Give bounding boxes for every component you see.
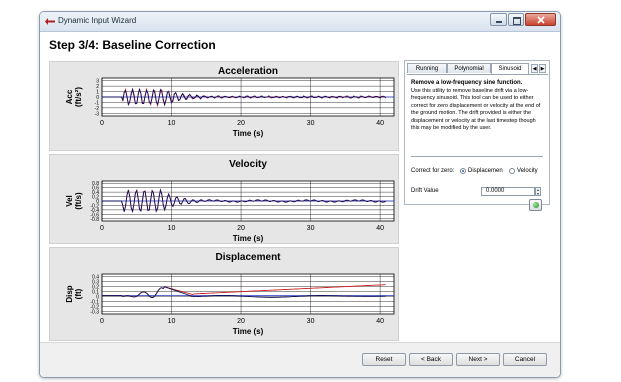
title-bar[interactable]: Dynamic Input Wizard	[40, 12, 560, 32]
back-button[interactable]: < Back	[409, 353, 453, 366]
tab-running[interactable]: Running	[407, 63, 447, 73]
tab-scroll-right-icon[interactable]: ▶	[539, 64, 546, 73]
velocity-chart-title: Velocity	[229, 159, 267, 170]
acceleration-x-tick-label: 0	[100, 120, 104, 127]
apply-correction-button[interactable]	[529, 199, 542, 211]
acceleration-y-tick-label: -3	[95, 111, 100, 117]
displacement-x-tick-label: 20	[237, 318, 245, 325]
drift-value-input[interactable]: 0.0000	[481, 187, 535, 196]
displacement-x-axis-label: Time (s)	[233, 327, 264, 336]
acceleration-x-tick-label: 30	[307, 120, 315, 127]
acceleration-x-axis-label: Time (s)	[233, 129, 264, 138]
close-icon	[537, 16, 545, 24]
acceleration-chart-title: Acceleration	[218, 66, 278, 77]
sinusoid-description: Use this utility to remove baseline drif…	[411, 88, 541, 132]
velocity-x-tick-label: 40	[376, 225, 384, 232]
page-title: Step 3/4: Baseline Correction	[49, 38, 216, 52]
sinusoid-title: Remove a low-frequency sine function.	[411, 80, 523, 86]
section-divider	[411, 156, 543, 157]
sinusoid-tab-content: Remove a low-frequency sine function. Us…	[407, 74, 548, 211]
reset-button[interactable]: Reset	[362, 353, 406, 366]
displacement-x-tick-label: 10	[168, 318, 176, 325]
correction-tab-panel: Running Polynomial Sinusoid ◀ ▶ Remove a…	[404, 60, 550, 211]
velocity-option-label[interactable]: Velocity	[517, 168, 538, 174]
velocity-x-tick-label: 30	[307, 225, 315, 232]
velocity-x-tick-label: 10	[168, 225, 176, 232]
displacement-x-tick-label: 40	[376, 318, 384, 325]
correct-for-zero-label: Correct for zero:	[411, 168, 455, 174]
dynamic-input-wizard-window: Dynamic Input Wizard Step 3/4: Baseline …	[39, 11, 561, 378]
velocity-x-axis-label: Time (s)	[233, 234, 264, 243]
spin-down-icon[interactable]: ▼	[536, 192, 540, 196]
app-icon	[45, 18, 55, 25]
window-title: Dynamic Input Wizard	[58, 16, 137, 25]
displacement-chart: Displacement 0.4 0.3 0.2 0.1 0 -0.1 -0.2 -0.3 0 10…	[49, 247, 399, 341]
displacement-chart-title: Displacement	[215, 252, 281, 263]
displacement-x-tick-label: 0	[100, 318, 104, 325]
next-button[interactable]: Next >	[456, 353, 500, 366]
acceleration-x-tick-label: 40	[376, 120, 384, 127]
apply-icon	[533, 202, 539, 208]
minimize-icon	[496, 21, 502, 23]
displacement-y-axis-label: Disp(ft)	[65, 285, 83, 302]
displacement-x-tick-label: 30	[307, 318, 315, 325]
tab-polynomial[interactable]: Polynomial	[447, 63, 491, 73]
velocity-chart: Velocity 0.8 0.6 0.4 0.2 0 -0.2 -0.4 -0.6 -0.8 0 10…	[49, 154, 399, 244]
acceleration-y-axis-label: Acc(ft/s²)	[65, 87, 83, 107]
velocity-x-tick-label: 0	[100, 225, 104, 232]
acceleration-x-tick-label: 10	[168, 120, 176, 127]
displacement-option-label[interactable]: Displacemen	[468, 168, 503, 174]
velocity-y-tick-label: -0.8	[90, 217, 99, 223]
velocity-x-tick-label: 20	[237, 225, 245, 232]
displacement-plot-area	[101, 273, 395, 315]
drift-value-spinner[interactable]: ▲ ▼	[535, 187, 541, 196]
minimize-button[interactable]	[490, 13, 507, 26]
close-button[interactable]	[525, 13, 556, 26]
displacement-radio[interactable]	[460, 168, 466, 174]
tab-sinusoid[interactable]: Sinusoid	[491, 63, 529, 74]
maximize-icon	[513, 17, 521, 25]
tab-scroll-left-icon[interactable]: ◀	[531, 64, 538, 73]
velocity-radio[interactable]	[509, 168, 515, 174]
velocity-y-axis-label: Vel(ft/s)	[65, 192, 83, 210]
acceleration-x-tick-label: 20	[237, 120, 245, 127]
displacement-y-tick-label: -0.3	[90, 310, 99, 316]
acceleration-chart: Acceleration 3 2 1 0 -1 -2 -3 0 10 20 30 40 Time (s) A…	[49, 61, 399, 151]
maximize-button[interactable]	[508, 13, 524, 26]
cancel-button[interactable]: Cancel	[503, 353, 547, 366]
drift-value-label: Drift Value	[411, 188, 439, 194]
